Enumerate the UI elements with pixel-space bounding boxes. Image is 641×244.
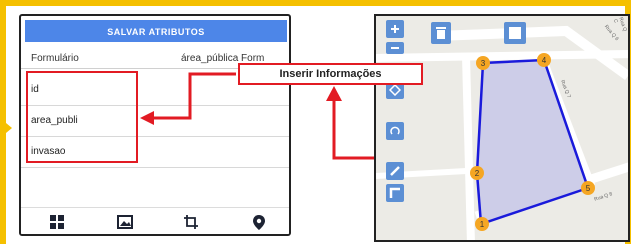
vertex-label: 4 (541, 55, 547, 65)
map-canvas (376, 25, 628, 240)
insert-info-annotation: Inserir Informações (238, 63, 423, 85)
corner-icon[interactable] (386, 184, 404, 202)
vertex-marker[interactable]: 5 (581, 181, 595, 195)
plus-icon[interactable] (386, 20, 404, 38)
vertex-label: 3 (480, 58, 486, 68)
square-icon[interactable] (504, 22, 526, 44)
minus-icon[interactable] (386, 42, 404, 54)
undo-icon[interactable] (386, 122, 404, 140)
vertex-label: 5 (585, 183, 591, 193)
vertex-marker[interactable]: 4 (537, 53, 551, 67)
map-panel[interactable]: 1 2 3 4 5 Rua Q 7 Rua Q 8 Rua Q 6 Rua Q … (374, 14, 630, 242)
vertex-marker[interactable]: 2 (470, 166, 484, 180)
vertex-marker[interactable]: 3 (476, 56, 490, 70)
vertex-label: 2 (474, 168, 480, 178)
vertex-label: 1 (479, 219, 485, 229)
vertex-marker[interactable]: 1 (475, 217, 489, 231)
pencil-icon[interactable] (386, 162, 404, 180)
trash-icon[interactable] (431, 22, 451, 44)
